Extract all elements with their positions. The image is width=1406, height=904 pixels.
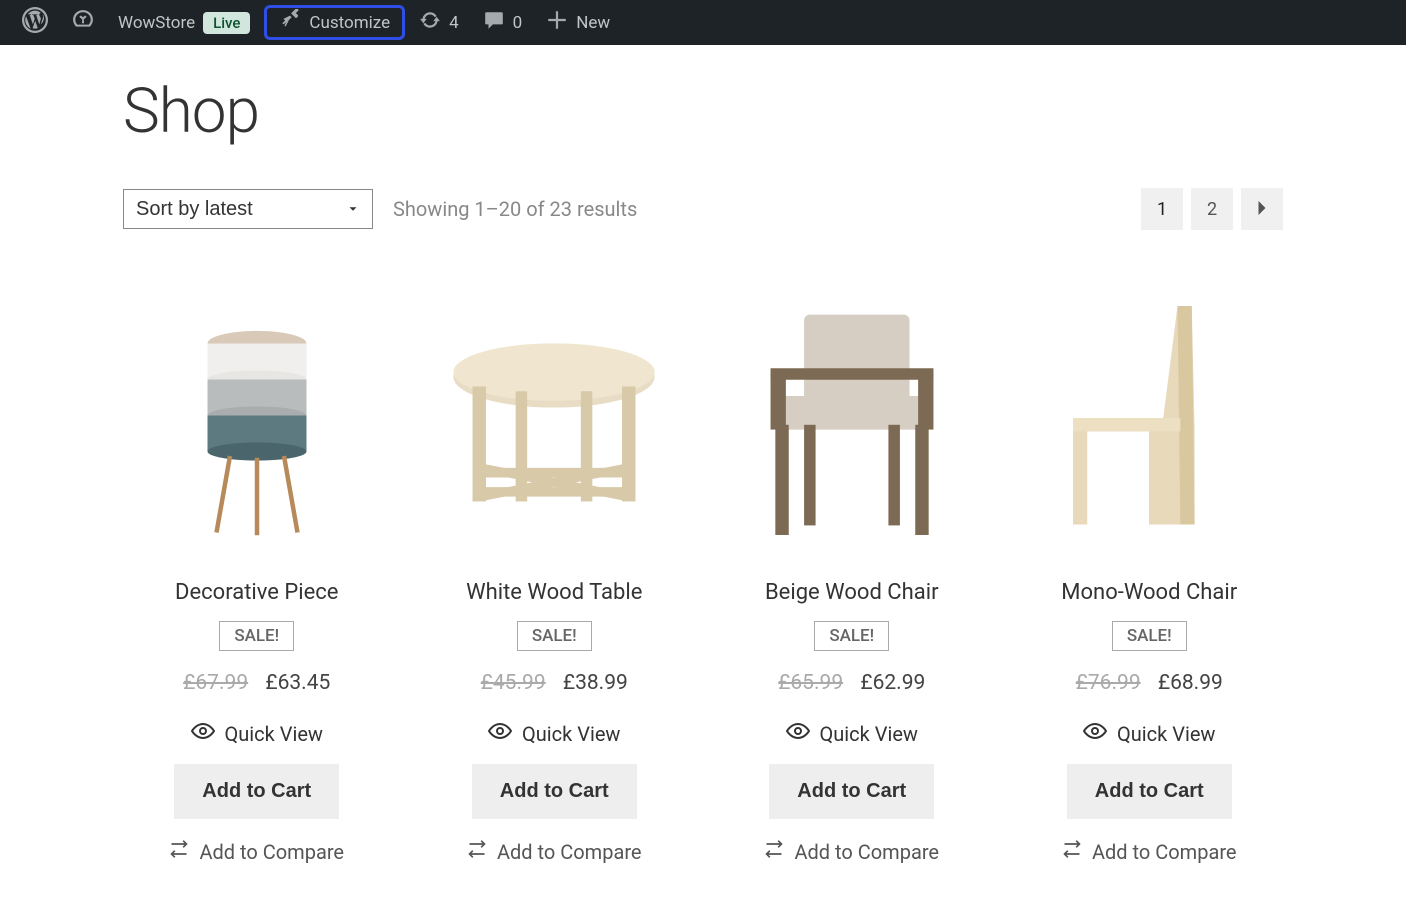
comments-link[interactable]: 0	[473, 0, 533, 45]
shop-toolbar: Sort by latest Showing 1–20 of 23 result…	[123, 188, 1283, 230]
wordpress-icon	[22, 7, 48, 38]
product-price: £67.99 £63.45	[183, 671, 330, 695]
shop-page: Shop Sort by latest Showing 1–20 of 23 r…	[103, 45, 1303, 904]
quickview-label: Quick View	[225, 722, 323, 746]
page-title: Shop	[123, 75, 1283, 148]
chevron-right-icon	[1257, 199, 1267, 220]
eye-icon	[1083, 719, 1107, 748]
compare-button[interactable]: Add to Compare	[169, 839, 344, 864]
paintbrush-icon	[279, 9, 301, 36]
comment-icon	[483, 9, 505, 36]
compare-button[interactable]: Add to Compare	[1062, 839, 1237, 864]
new-label: New	[576, 13, 610, 33]
price-new: £62.99	[860, 671, 925, 695]
wp-admin-bar: WowStore Live Customize 4 0 New	[0, 0, 1406, 45]
live-badge: Live	[203, 12, 250, 34]
sale-badge: SALE!	[517, 621, 592, 651]
eye-icon	[191, 719, 215, 748]
sort-select[interactable]: Sort by latest	[123, 189, 373, 229]
customize-link[interactable]: Customize	[269, 9, 400, 37]
price-old: £67.99	[183, 671, 248, 695]
product-image[interactable]	[421, 280, 689, 560]
product-price: £45.99 £38.99	[481, 671, 628, 695]
compare-button[interactable]: Add to Compare	[467, 839, 642, 864]
product-title[interactable]: White Wood Table	[466, 580, 642, 605]
product-card: White Wood Table SALE! £45.99 £38.99 Qui…	[421, 280, 689, 864]
price-new: £68.99	[1158, 671, 1223, 695]
product-price: £65.99 £62.99	[778, 671, 925, 695]
compare-icon	[169, 839, 189, 864]
add-to-cart-button[interactable]: Add to Cart	[472, 764, 637, 819]
compare-label: Add to Compare	[794, 840, 939, 864]
product-price: £76.99 £68.99	[1076, 671, 1223, 695]
product-card: Mono-Wood Chair SALE! £76.99 £68.99 Quic…	[1016, 280, 1284, 864]
compare-label: Add to Compare	[199, 840, 344, 864]
dashboard-link[interactable]	[62, 0, 104, 45]
compare-label: Add to Compare	[1092, 840, 1237, 864]
pagination: 1 2	[1141, 188, 1283, 230]
results-count: Showing 1–20 of 23 results	[393, 197, 637, 221]
price-old: £45.99	[481, 671, 546, 695]
product-title[interactable]: Decorative Piece	[175, 580, 338, 605]
compare-icon	[467, 839, 487, 864]
product-grid: Decorative Piece SALE! £67.99 £63.45 Qui…	[123, 280, 1283, 864]
quickview-label: Quick View	[820, 722, 918, 746]
price-old: £65.99	[778, 671, 843, 695]
sale-badge: SALE!	[1112, 621, 1187, 651]
product-image[interactable]	[1016, 280, 1284, 560]
quickview-button[interactable]: Quick View	[191, 719, 323, 748]
product-title[interactable]: Mono-Wood Chair	[1061, 580, 1237, 605]
product-card: Beige Wood Chair SALE! £65.99 £62.99 Qui…	[718, 280, 986, 864]
updates-count: 4	[449, 13, 459, 33]
add-to-cart-button[interactable]: Add to Cart	[1067, 764, 1232, 819]
quickview-button[interactable]: Quick View	[1083, 719, 1215, 748]
quickview-label: Quick View	[522, 722, 620, 746]
customize-label: Customize	[309, 13, 390, 33]
new-content-link[interactable]: New	[536, 0, 620, 45]
speedometer-icon	[72, 9, 94, 36]
quickview-label: Quick View	[1117, 722, 1215, 746]
plus-icon	[546, 9, 568, 36]
product-card: Decorative Piece SALE! £67.99 £63.45 Qui…	[123, 280, 391, 864]
updates-link[interactable]: 4	[409, 0, 469, 45]
product-title[interactable]: Beige Wood Chair	[765, 580, 939, 605]
comments-count: 0	[513, 13, 523, 33]
wp-logo-menu[interactable]	[12, 0, 58, 45]
product-image[interactable]	[718, 280, 986, 560]
add-to-cart-button[interactable]: Add to Cart	[769, 764, 934, 819]
page-2[interactable]: 2	[1191, 188, 1233, 230]
site-name: WowStore	[118, 13, 195, 33]
compare-icon	[764, 839, 784, 864]
price-old: £76.99	[1076, 671, 1141, 695]
sale-badge: SALE!	[219, 621, 294, 651]
site-name-link[interactable]: WowStore Live	[108, 0, 260, 45]
product-image[interactable]	[123, 280, 391, 560]
compare-icon	[1062, 839, 1082, 864]
quickview-button[interactable]: Quick View	[786, 719, 918, 748]
refresh-icon	[419, 9, 441, 36]
compare-button[interactable]: Add to Compare	[764, 839, 939, 864]
price-new: £63.45	[265, 671, 330, 695]
customize-highlight: Customize	[264, 5, 405, 40]
eye-icon	[786, 719, 810, 748]
sale-badge: SALE!	[814, 621, 889, 651]
page-1[interactable]: 1	[1141, 188, 1183, 230]
page-next[interactable]	[1241, 188, 1283, 230]
eye-icon	[488, 719, 512, 748]
quickview-button[interactable]: Quick View	[488, 719, 620, 748]
price-new: £38.99	[563, 671, 628, 695]
add-to-cart-button[interactable]: Add to Cart	[174, 764, 339, 819]
compare-label: Add to Compare	[497, 840, 642, 864]
